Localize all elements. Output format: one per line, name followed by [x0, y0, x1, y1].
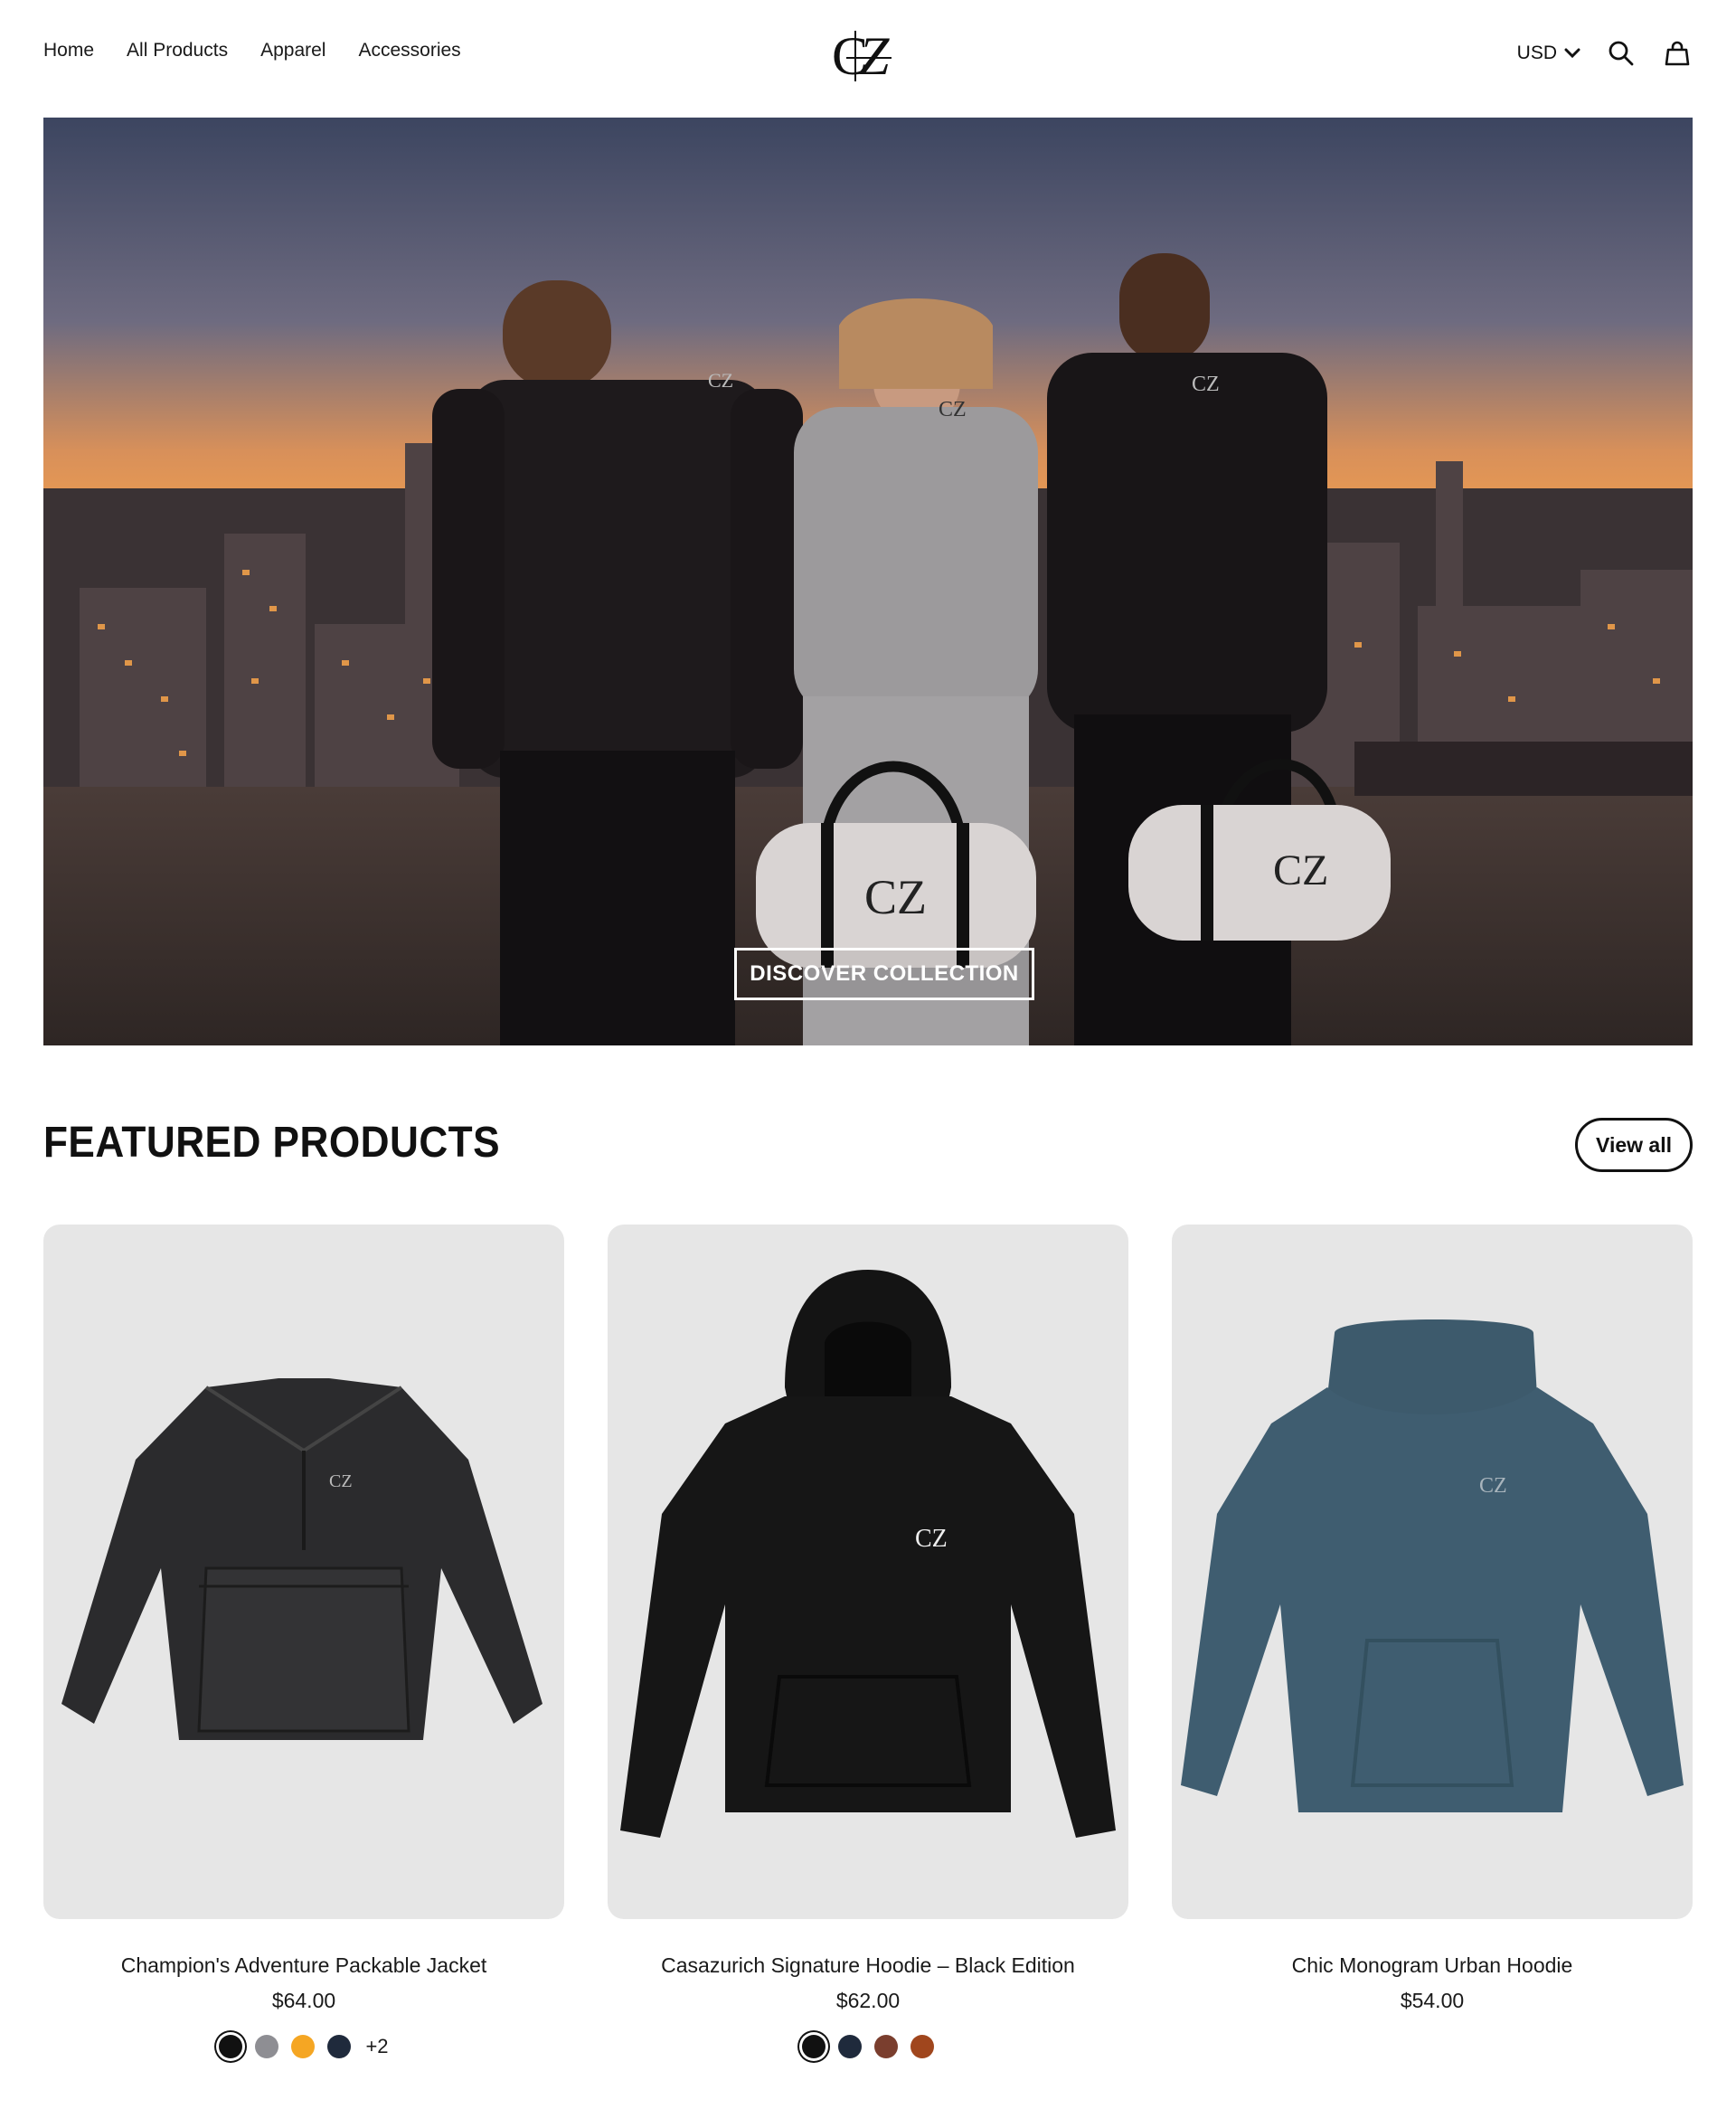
product-price: $62.00 — [835, 1989, 901, 2012]
swatch-orange[interactable] — [291, 2035, 316, 2058]
nav-home[interactable]: Home — [43, 40, 94, 61]
more-colors-count[interactable]: +2 — [365, 2035, 388, 2058]
color-swatches — [608, 2035, 1128, 2058]
color-swatches: +2 — [43, 2035, 564, 2058]
svg-text:CZ: CZ — [1273, 846, 1328, 894]
site-header: Home All Products Apparel Accessories C … — [0, 0, 1736, 109]
product-price: $64.00 — [271, 1989, 336, 2012]
product-title[interactable]: Casazurich Signature Hoodie – Black Edit… — [608, 1953, 1128, 1978]
view-all-button[interactable]: View all — [1575, 1118, 1693, 1172]
product-grid: CZ Champion's Adventure Packable Jacket … — [43, 1225, 1693, 2058]
svg-text:Z: Z — [859, 26, 890, 85]
brand-logo[interactable]: C Z — [828, 25, 904, 86]
search-button[interactable] — [1606, 38, 1637, 69]
hero-image: CZ CZ CZ CZ CZ — [43, 118, 1693, 1045]
discover-collection-button[interactable]: DISCOVER COLLECTION — [734, 948, 1034, 1000]
swatch-rust[interactable] — [910, 2035, 934, 2058]
jacket-image: CZ — [61, 1378, 542, 1740]
brand-logo-mark: C Z — [832, 26, 892, 86]
svg-text:CZ: CZ — [708, 369, 733, 392]
svg-text:CZ: CZ — [1192, 373, 1220, 396]
svg-text:CZ: CZ — [329, 1471, 353, 1491]
teal-hoodie-image: CZ — [1181, 1319, 1684, 1812]
svg-text:CZ: CZ — [1479, 1474, 1507, 1498]
search-icon — [1609, 41, 1634, 66]
cart-button[interactable] — [1662, 38, 1693, 69]
product-title[interactable]: Champion's Adventure Packable Jacket — [43, 1953, 564, 1978]
product-card[interactable]: CZ Casazurich Signature Hoodie – Black E… — [608, 1225, 1128, 2058]
product-card[interactable]: CZ Champion's Adventure Packable Jacket … — [43, 1225, 564, 2058]
nav-all-products[interactable]: All Products — [127, 40, 228, 61]
product-card[interactable]: CZ Chic Monogram Urban Hoodie $54.00 — [1172, 1225, 1693, 2058]
product-image[interactable]: CZ — [608, 1225, 1128, 1919]
featured-title: FEATURED PRODUCTS — [43, 1119, 501, 1167]
nav-accessories[interactable]: Accessories — [358, 40, 460, 61]
svg-text:CZ: CZ — [915, 1525, 948, 1553]
svg-text:CZ: CZ — [939, 398, 967, 421]
currency-label: USD — [1516, 43, 1557, 63]
nav-apparel[interactable]: Apparel — [260, 40, 326, 61]
product-image[interactable]: CZ — [1172, 1225, 1693, 1919]
cart-bag-icon — [1665, 41, 1690, 66]
currency-selector[interactable]: USD — [1517, 43, 1580, 64]
product-image[interactable]: CZ — [43, 1225, 564, 1919]
swatch-navy[interactable] — [327, 2035, 352, 2058]
main-nav: Home All Products Apparel Accessories — [43, 40, 461, 61]
hero-banner: CZ CZ CZ CZ CZ DISCOVER COLLECTION — [43, 118, 1693, 1045]
black-hoodie-image: CZ — [620, 1270, 1116, 1838]
chevron-down-icon — [1564, 48, 1580, 59]
swatch-grey[interactable] — [255, 2035, 279, 2058]
svg-text:CZ: CZ — [864, 870, 927, 924]
swatch-navy[interactable] — [838, 2035, 862, 2058]
product-price: $54.00 — [1400, 1989, 1465, 2012]
header-actions: USD — [1517, 38, 1693, 69]
swatch-black[interactable] — [219, 2035, 243, 2058]
swatch-black[interactable] — [802, 2035, 826, 2058]
product-title[interactable]: Chic Monogram Urban Hoodie — [1172, 1953, 1693, 1978]
swatch-brown[interactable] — [874, 2035, 898, 2058]
